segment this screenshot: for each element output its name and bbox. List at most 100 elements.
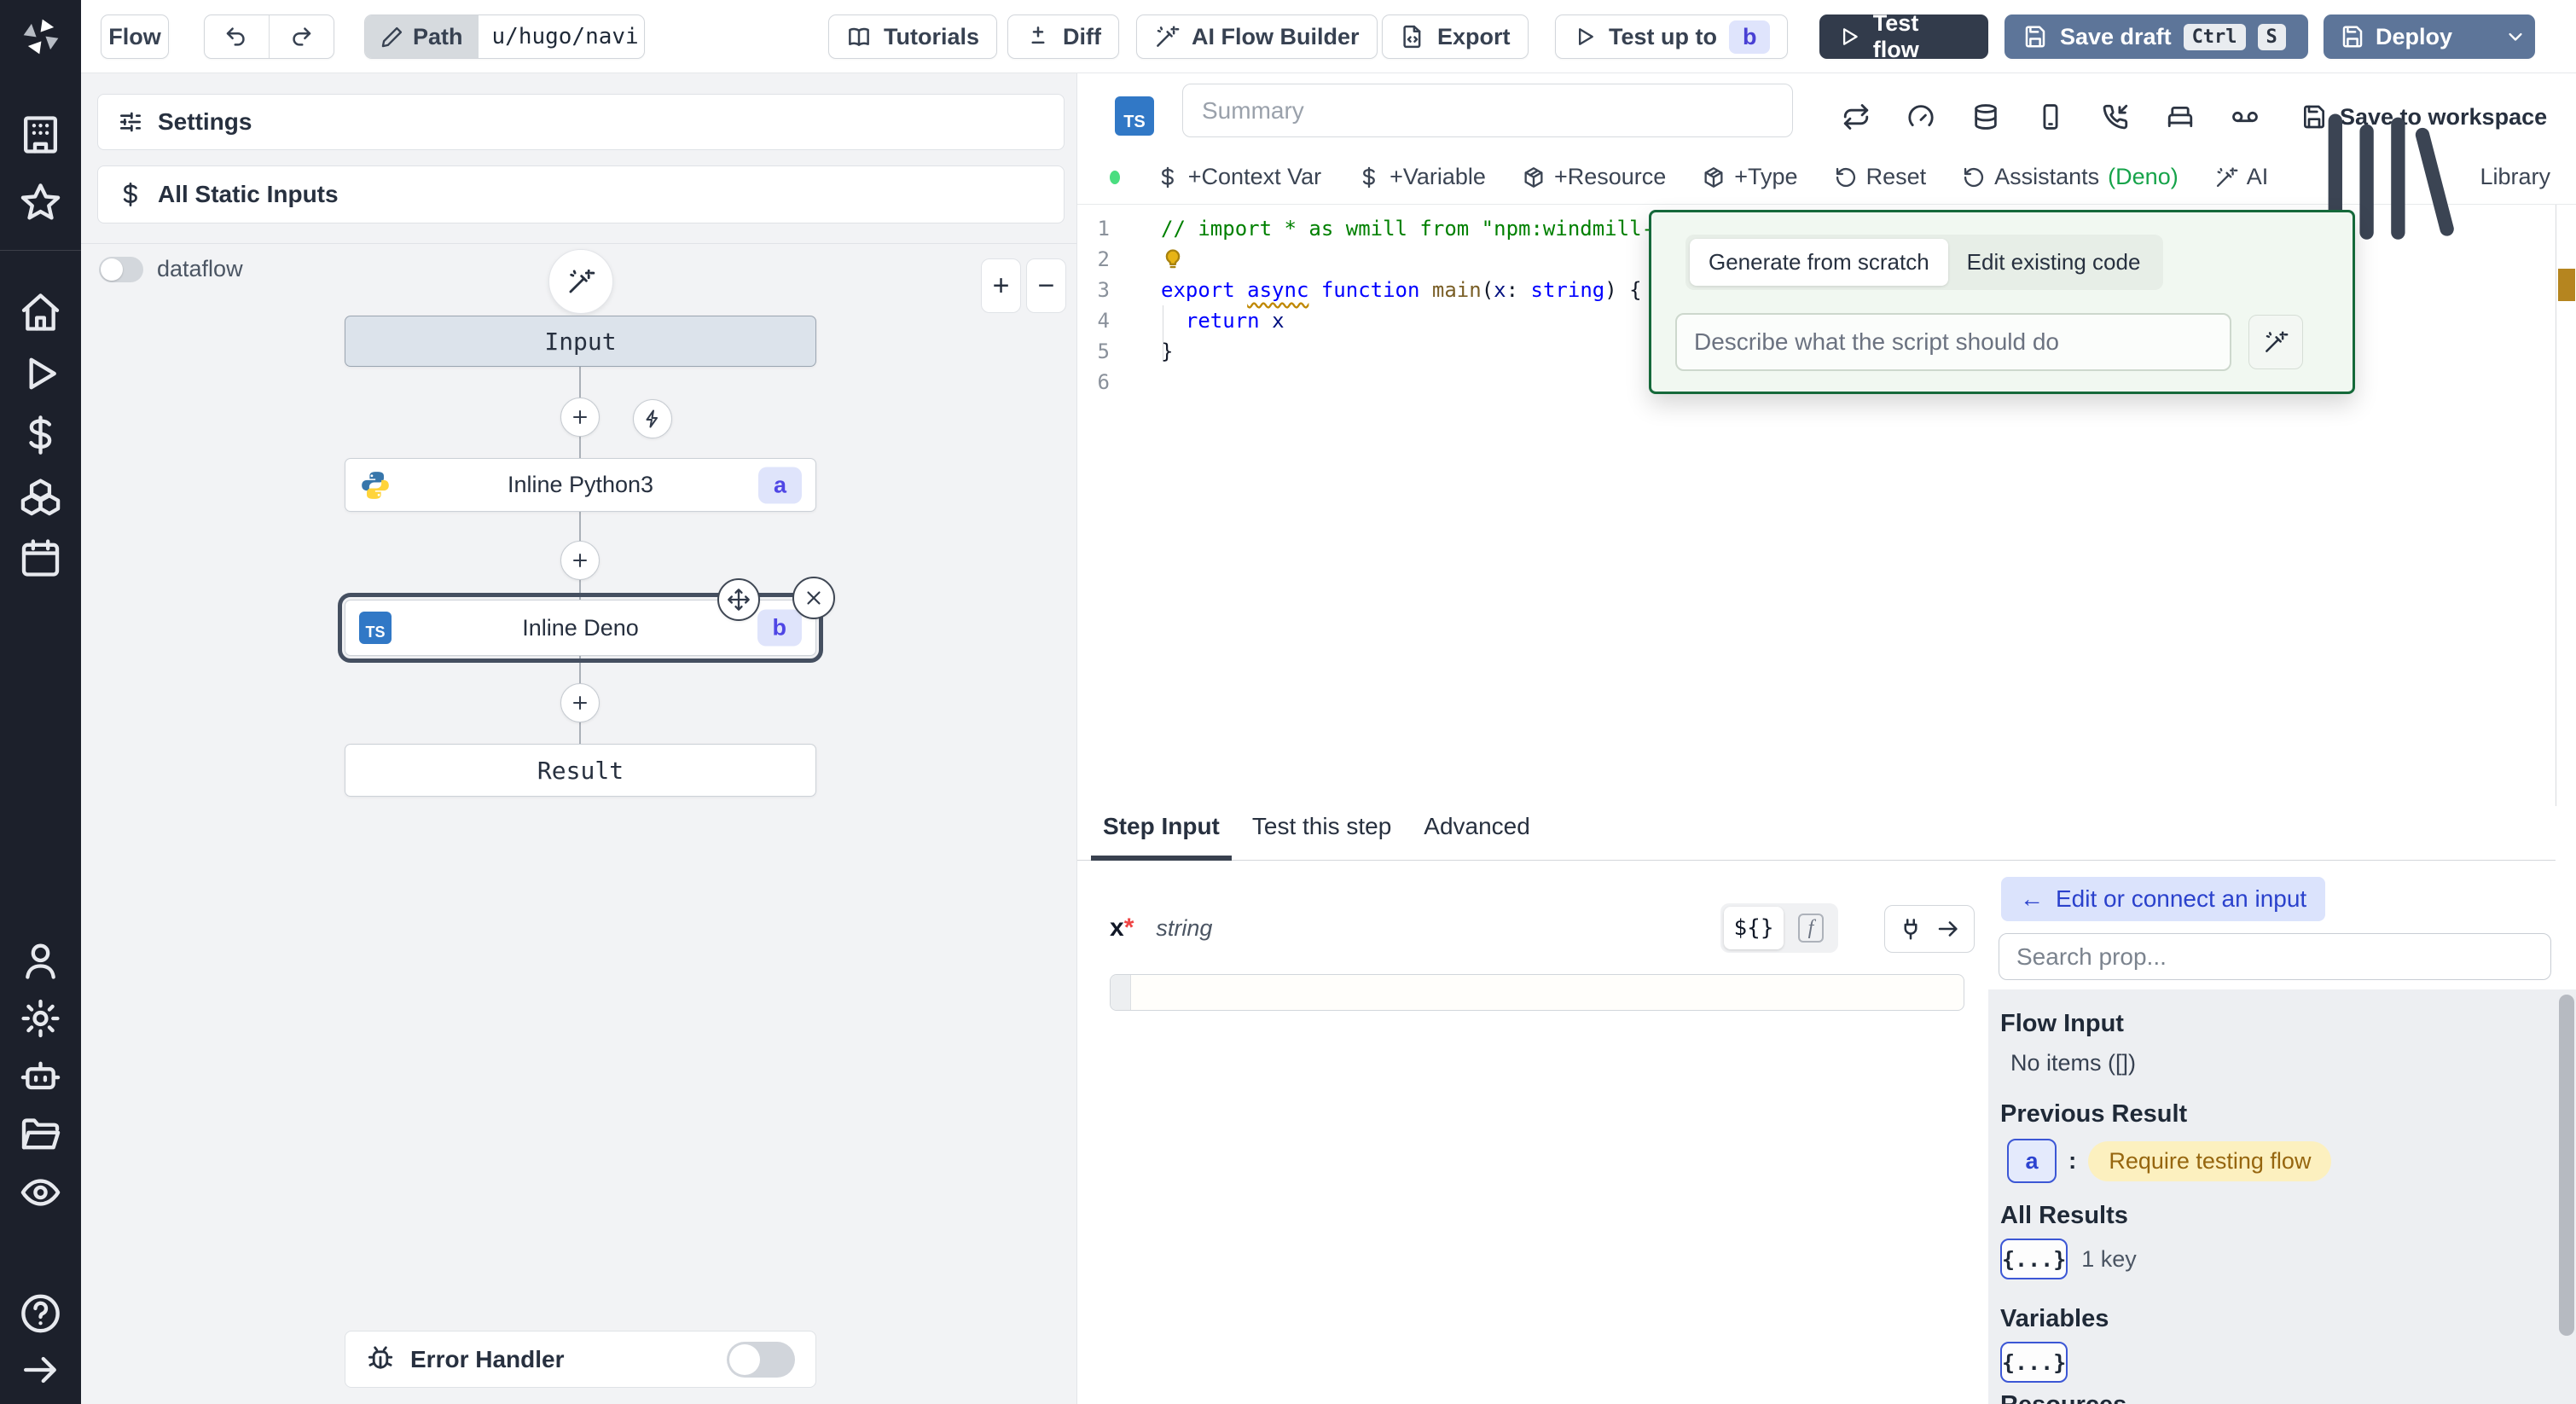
- add-step-button[interactable]: [560, 683, 600, 722]
- zoom-in-button[interactable]: +: [981, 258, 1021, 313]
- settings-card[interactable]: Settings: [97, 94, 1065, 150]
- toolbar-reset-button[interactable]: Reset: [1834, 164, 1927, 190]
- star-icon[interactable]: [0, 181, 81, 225]
- all-results-braces[interactable]: {...}: [2000, 1239, 2068, 1279]
- error-handler-toggle[interactable]: [727, 1342, 795, 1378]
- search-prop-input[interactable]: [1999, 933, 2551, 980]
- save-draft-button[interactable]: Save draftCtrlS: [2005, 15, 2308, 59]
- toolbar-resource-button[interactable]: +Resource: [1522, 164, 1666, 190]
- tab-step-input[interactable]: Step Input: [1091, 813, 1232, 861]
- node-input[interactable]: Input: [345, 316, 816, 367]
- undo-button[interactable]: [205, 15, 270, 58]
- edit-or-connect-button[interactable]: ←Edit or connect an input: [2001, 877, 2325, 921]
- template-mode-button[interactable]: ${}: [1724, 907, 1784, 949]
- undo-icon: [223, 24, 249, 49]
- field-input-gutter[interactable]: [1111, 975, 1131, 1010]
- ai-wand-button[interactable]: [548, 249, 613, 314]
- error-handler-card[interactable]: Error Handler: [345, 1331, 816, 1388]
- plus-icon: [570, 407, 590, 427]
- test-flow-button[interactable]: Test flow: [1819, 15, 1988, 59]
- node-deno-label: Inline Deno: [522, 615, 639, 641]
- move-step-button[interactable]: [717, 578, 760, 621]
- deploy-button[interactable]: Deploy: [2324, 15, 2535, 59]
- arrow-right-icon[interactable]: [1935, 916, 1961, 942]
- phone-incoming-icon[interactable]: [2101, 102, 2130, 131]
- trigger-button[interactable]: [633, 399, 672, 438]
- function-mode-button[interactable]: f: [1787, 907, 1835, 949]
- toolbar-ai-button[interactable]: AI: [2214, 164, 2269, 190]
- step-tabbar: Step InputTest this stepAdvanced: [1077, 806, 2556, 861]
- tab-edit-existing-code[interactable]: Edit existing code: [1948, 239, 2160, 286]
- previous-result-badge[interactable]: a: [2007, 1139, 2057, 1183]
- zoom-out-button[interactable]: −: [1026, 258, 1066, 313]
- arrow-right-icon[interactable]: [0, 1348, 81, 1392]
- dataflow-toggle[interactable]: [99, 257, 143, 282]
- toolbar-variable-button[interactable]: +Variable: [1357, 164, 1486, 190]
- voicemail-icon[interactable]: [2231, 102, 2260, 131]
- plug-icon[interactable]: [1898, 916, 1923, 942]
- move-icon: [727, 588, 751, 612]
- summary-input[interactable]: [1182, 84, 1793, 137]
- file-code-icon: [1400, 24, 1425, 49]
- previous-result-row[interactable]: a : Require testing flow: [2000, 1139, 2576, 1183]
- path-editor[interactable]: Path u/hugo/navi: [364, 15, 645, 59]
- tab-test-this-step[interactable]: Test this step: [1240, 813, 1403, 861]
- deploy-dropdown[interactable]: [2492, 25, 2539, 49]
- building-icon[interactable]: [0, 113, 81, 157]
- user-icon[interactable]: [0, 938, 81, 983]
- language-badge[interactable]: TS: [1115, 96, 1154, 136]
- toolbar-assistants-button[interactable]: Assistants(Deno): [1962, 164, 2179, 190]
- bot-icon[interactable]: [0, 1054, 81, 1099]
- play-icon: [1573, 25, 1597, 49]
- dollar-icon[interactable]: [0, 413, 81, 457]
- settings-icon[interactable]: [0, 996, 81, 1041]
- variables-braces[interactable]: {...}: [2000, 1342, 2068, 1383]
- tab-advanced[interactable]: Advanced: [1412, 813, 1542, 861]
- database-icon[interactable]: [1971, 102, 2000, 131]
- boxes-icon[interactable]: [0, 474, 81, 519]
- ai-describe-input[interactable]: [1675, 313, 2231, 371]
- code-editor-panel: TS Save to workspace +Context Var+Variab…: [1076, 73, 2576, 806]
- all-static-inputs-label: All Static Inputs: [158, 181, 339, 208]
- redo-button[interactable]: [270, 15, 334, 58]
- smartphone-icon[interactable]: [2036, 102, 2065, 131]
- bed-icon[interactable]: [2166, 102, 2195, 131]
- kbd-s: S: [2258, 24, 2286, 50]
- play-icon[interactable]: [0, 351, 81, 396]
- all-static-inputs-card[interactable]: All Static Inputs: [97, 165, 1065, 223]
- node-inline-python[interactable]: Inline Python3 a: [345, 458, 816, 512]
- add-step-button[interactable]: [560, 541, 600, 580]
- calendar-icon[interactable]: [0, 536, 81, 580]
- path-label: Path: [413, 24, 463, 50]
- export-button[interactable]: Export: [1382, 15, 1529, 59]
- path-segment: Path: [365, 15, 479, 58]
- folder-icon[interactable]: [0, 1112, 81, 1157]
- pencil-icon: [380, 25, 404, 49]
- toolbar-type-button[interactable]: +Type: [1702, 164, 1797, 190]
- diff-button[interactable]: Diff: [1007, 15, 1119, 59]
- status-dot: [1110, 171, 1120, 184]
- ai-flow-builder-button[interactable]: AI Flow Builder: [1136, 15, 1378, 59]
- package-icon: [1702, 165, 1726, 189]
- ai-popup-tabs: Generate from scratch Edit existing code: [1685, 235, 2163, 290]
- prop-scrollbar-thumb[interactable]: [2559, 995, 2574, 1336]
- flow-mode-button[interactable]: Flow: [101, 15, 169, 59]
- ai-generate-button[interactable]: [2248, 315, 2303, 369]
- node-result[interactable]: Result: [345, 744, 816, 797]
- windmill-logo[interactable]: [0, 0, 81, 73]
- test-up-to-button[interactable]: Test up tob: [1555, 15, 1788, 59]
- help-icon[interactable]: [0, 1291, 81, 1336]
- tutorials-button[interactable]: Tutorials: [828, 15, 997, 59]
- eye-icon[interactable]: [0, 1170, 81, 1215]
- gauge-icon[interactable]: [1906, 102, 1935, 131]
- tab-generate-from-scratch[interactable]: Generate from scratch: [1690, 239, 1948, 286]
- python-icon: [359, 469, 392, 502]
- dataflow-label: dataflow: [157, 256, 243, 282]
- field-x-input[interactable]: [1131, 975, 1964, 1010]
- repeat-icon[interactable]: [1842, 102, 1871, 131]
- toolbar-contextvar-button[interactable]: +Context Var: [1156, 164, 1321, 190]
- add-step-button[interactable]: [560, 397, 600, 437]
- home-icon[interactable]: [0, 290, 81, 334]
- delete-step-button[interactable]: [792, 577, 835, 619]
- dataflow-row: dataflow: [99, 256, 243, 282]
